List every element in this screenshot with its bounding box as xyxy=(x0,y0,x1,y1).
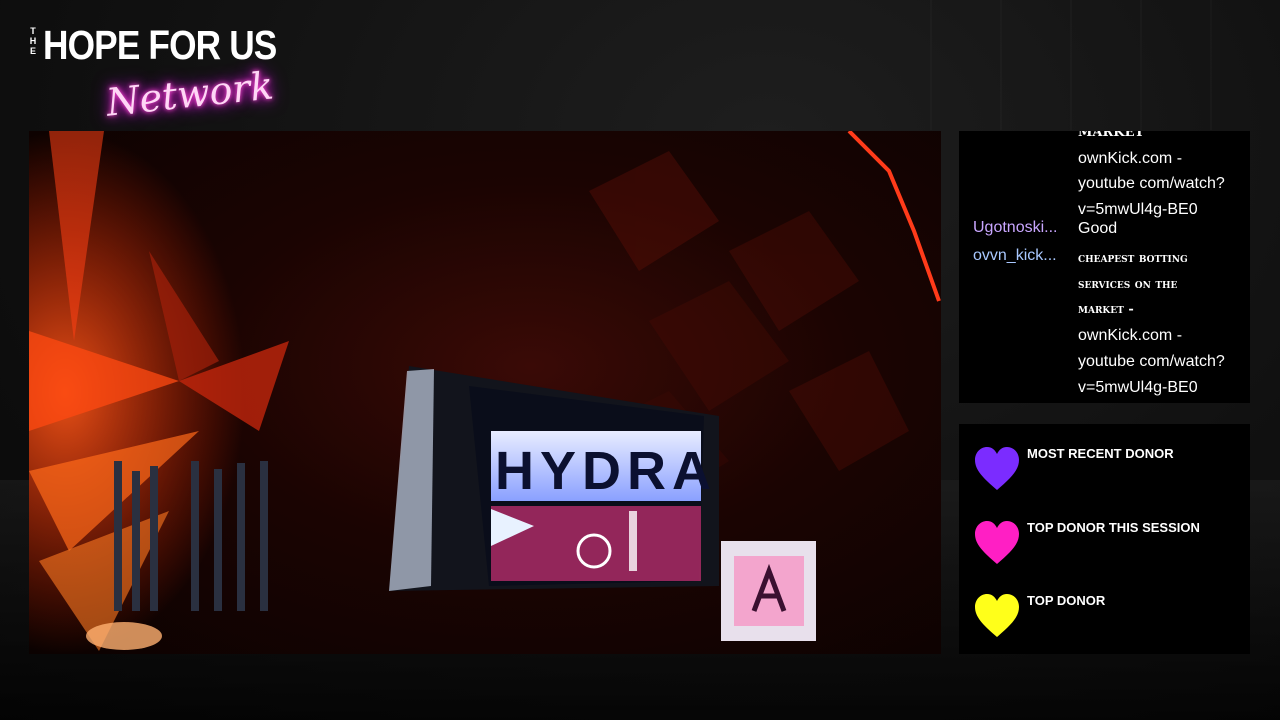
monitor-screen-text: HYDRA xyxy=(495,441,717,501)
background-texture xyxy=(930,0,1280,130)
chat-panel[interactable]: MARKET ownKick.com - youtube com/watch? … xyxy=(959,131,1250,403)
chat-line: services on the xyxy=(1078,276,1178,292)
chat-message-text: Good xyxy=(1078,216,1248,242)
logo-title: HOPE FOR US xyxy=(43,22,277,68)
chat-line: Good xyxy=(1078,220,1118,237)
video-feed[interactable]: HYDRA xyxy=(29,131,941,654)
chat-line: MARKET xyxy=(1078,131,1145,140)
yellow-heart-icon xyxy=(975,594,1019,637)
chat-line: ownKick.com - xyxy=(1078,149,1183,167)
most-recent-donor: MOST RECENT DONOR xyxy=(973,446,1243,492)
chat-line: market - xyxy=(1078,302,1134,318)
neon-strip xyxy=(847,131,941,302)
chat-line: cheapest botting xyxy=(1078,251,1188,266)
network-logo: THE HOPE FOR US Network xyxy=(26,22,296,125)
purple-heart-icon xyxy=(975,447,1019,490)
chat-line: ownKick.com - xyxy=(1078,327,1183,345)
top-donor: TOP DONOR xyxy=(973,593,1243,639)
donor-panel: MOST RECENT DONOR TOP DONOR THIS SESSION… xyxy=(959,424,1250,654)
pink-heart-icon xyxy=(975,521,1019,564)
chat-username[interactable]: ovvn_kick... xyxy=(973,247,1067,265)
donor-label: TOP DONOR xyxy=(1027,593,1106,608)
chat-username[interactable]: Ugotnoski... xyxy=(973,219,1067,237)
logo-script: Network xyxy=(104,63,276,125)
chat-message-text: cheapest botting services on the market … xyxy=(1078,246,1248,400)
video-scene: HYDRA xyxy=(29,131,941,654)
logo-the-label: THE xyxy=(28,26,38,56)
chat-line: youtube com/watch? xyxy=(1078,175,1225,193)
chat-message-text: MARKET ownKick.com - youtube com/watch? … xyxy=(1078,131,1248,223)
donor-label: MOST RECENT DONOR xyxy=(1027,446,1174,461)
pixel-art-card xyxy=(721,541,816,641)
donor-label: TOP DONOR THIS SESSION xyxy=(1027,520,1200,535)
chat-line: youtube com/watch? xyxy=(1078,352,1225,370)
chat-line: v=5mwUl4g-BE0 xyxy=(1078,378,1198,396)
top-donor-this-session: TOP DONOR THIS SESSION xyxy=(973,520,1243,566)
logo-the-text: THE xyxy=(29,26,37,56)
